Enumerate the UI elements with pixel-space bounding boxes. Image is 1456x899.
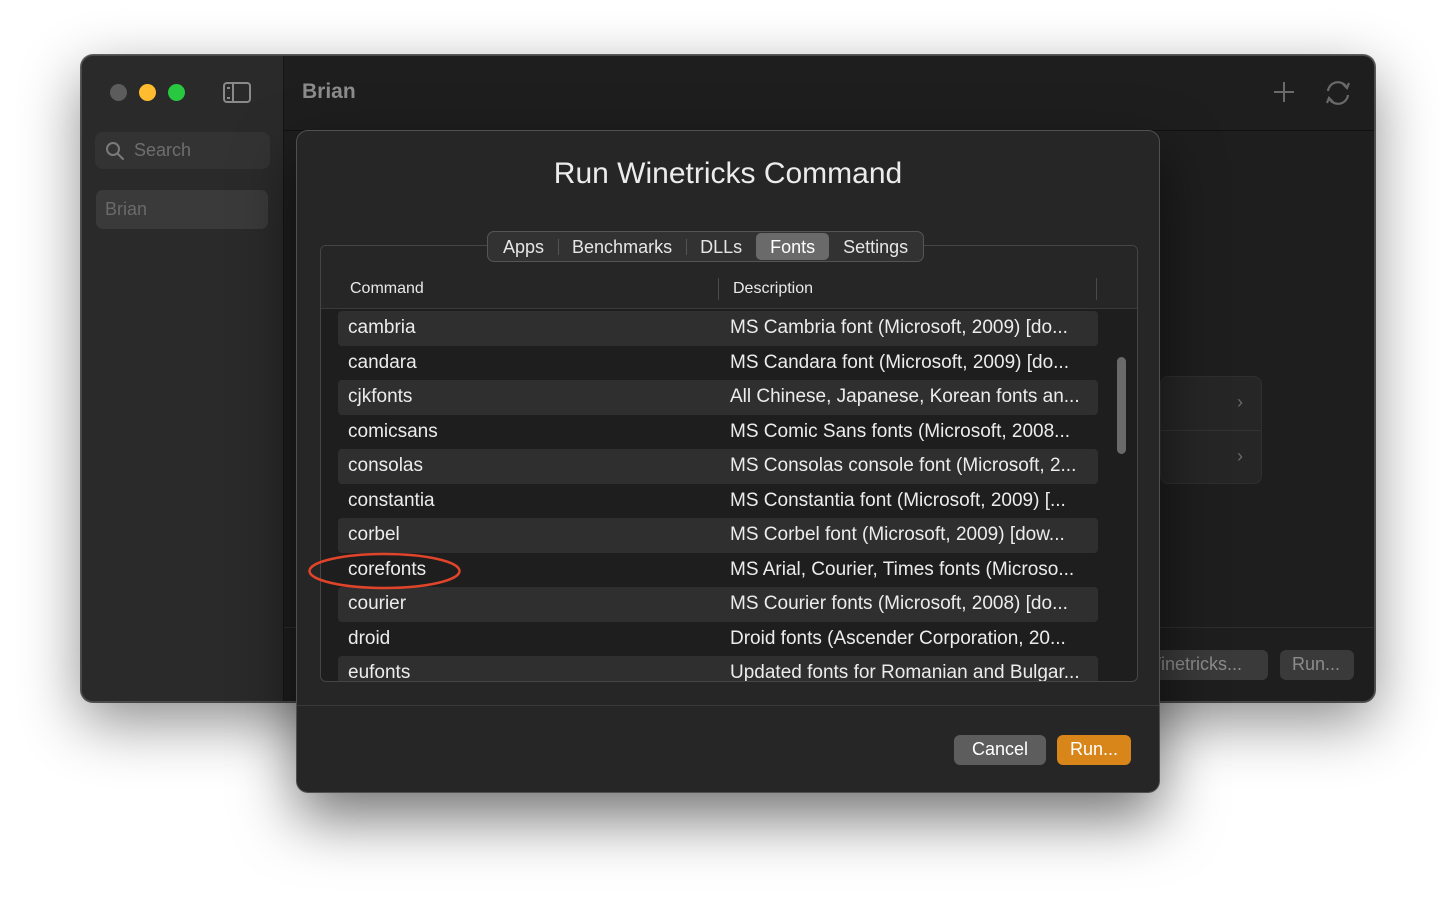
- window-title: Brian: [302, 80, 356, 103]
- cell-command: cjkfonts: [348, 386, 413, 407]
- table-row[interactable]: droid Droid fonts (Ascender Corporation,…: [338, 622, 1098, 657]
- run-button[interactable]: Run...: [1057, 735, 1131, 765]
- plus-icon[interactable]: [1272, 80, 1296, 104]
- table-row[interactable]: courier MS Courier fonts (Microsoft, 200…: [338, 587, 1098, 622]
- cell-command: corbel: [348, 524, 400, 545]
- tab-settings[interactable]: Settings: [829, 233, 922, 260]
- cell-command: cambria: [348, 317, 416, 338]
- tab-fonts[interactable]: Fonts: [756, 233, 830, 260]
- table-rows: cambria MS Cambria font (Microsoft, 2009…: [338, 311, 1098, 682]
- table-row[interactable]: constantia MS Constantia font (Microsoft…: [338, 484, 1098, 519]
- cell-command: eufonts: [348, 662, 411, 682]
- command-table: Command Description cambria MS Cambria f…: [320, 245, 1138, 682]
- chevron-right-icon[interactable]: ›: [1237, 392, 1243, 413]
- search-icon: [106, 142, 124, 160]
- minimize-window-button[interactable]: [139, 84, 156, 101]
- scrollbar-thumb[interactable]: [1117, 357, 1126, 454]
- cell-command: courier: [348, 593, 407, 614]
- cell-description: MS Consolas console font (Microsoft, 2..…: [730, 455, 1077, 476]
- category-tabs: Apps Benchmarks DLLs Fonts Settings: [487, 231, 925, 262]
- sidebar-item-brian[interactable]: Brian: [96, 190, 268, 229]
- cell-description: Droid fonts (Ascender Corporation, 20...: [730, 627, 1066, 649]
- cell-description: MS Corbel font (Microsoft, 2009) [dow...: [730, 524, 1065, 545]
- table-row[interactable]: cjkfonts All Chinese, Japanese, Korean f…: [338, 380, 1098, 415]
- table-row[interactable]: cambria MS Cambria font (Microsoft, 2009…: [338, 311, 1098, 346]
- table-row[interactable]: corefonts MS Arial, Courier, Times fonts…: [338, 553, 1098, 588]
- run-button-background[interactable]: Run...: [1280, 650, 1354, 680]
- table-row[interactable]: eufonts Updated fonts for Romanian and B…: [338, 656, 1098, 682]
- table-row[interactable]: consolas MS Consolas console font (Micro…: [338, 449, 1098, 484]
- search-input[interactable]: Search: [95, 132, 270, 169]
- sheet-title: Run Winetricks Command: [553, 157, 903, 190]
- cell-description: MS Cambria font (Microsoft, 2009) [do...: [730, 317, 1068, 338]
- tab-apps[interactable]: Apps: [489, 233, 558, 260]
- chevron-right-icon[interactable]: ›: [1237, 446, 1243, 467]
- table-row[interactable]: candara MS Candara font (Microsoft, 2009…: [338, 346, 1098, 381]
- cell-description: MS Comic Sans fonts (Microsoft, 2008...: [730, 420, 1071, 442]
- cell-command: constantia: [348, 489, 435, 511]
- cell-description: MS Arial, Courier, Times fonts (Microso.…: [730, 558, 1075, 580]
- background-list-panel: › ›: [1160, 376, 1262, 484]
- column-header-command[interactable]: Command: [350, 280, 424, 298]
- cell-description: MS Courier fonts (Microsoft, 2008) [do..…: [730, 593, 1068, 614]
- cell-description: All Chinese, Japanese, Korean fonts an..…: [730, 386, 1080, 407]
- cell-command: corefonts: [348, 558, 427, 580]
- zoom-window-button[interactable]: [168, 84, 185, 101]
- refresh-icon[interactable]: [1323, 78, 1353, 108]
- cell-command: comicsans: [348, 420, 438, 442]
- cancel-button[interactable]: Cancel: [954, 735, 1046, 765]
- cell-command: droid: [348, 627, 391, 649]
- tab-dlls[interactable]: DLLs: [686, 233, 756, 260]
- cell-command: consolas: [348, 455, 423, 476]
- cell-command: candara: [348, 351, 417, 373]
- tab-benchmarks[interactable]: Benchmarks: [558, 233, 686, 260]
- sheet-divider: [297, 705, 1159, 706]
- cell-description: Updated fonts for Romanian and Bulgar...: [730, 662, 1080, 682]
- cell-description: MS Candara font (Microsoft, 2009) [do...: [730, 351, 1069, 373]
- winetricks-sheet: Run Winetricks Command Command Descripti…: [296, 130, 1160, 793]
- sidebar-toggle-icon[interactable]: [223, 82, 251, 103]
- search-placeholder: Search: [134, 140, 192, 160]
- table-row[interactable]: comicsans MS Comic Sans fonts (Microsoft…: [338, 415, 1098, 450]
- close-window-button[interactable]: [110, 84, 127, 101]
- column-header-description[interactable]: Description: [733, 280, 813, 298]
- table-row[interactable]: corbel MS Corbel font (Microsoft, 2009) …: [338, 518, 1098, 553]
- sidebar: Search Brian: [82, 56, 284, 701]
- cell-description: MS Constantia font (Microsoft, 2009) [..…: [730, 489, 1066, 511]
- vertical-scrollbar[interactable]: [1114, 311, 1128, 681]
